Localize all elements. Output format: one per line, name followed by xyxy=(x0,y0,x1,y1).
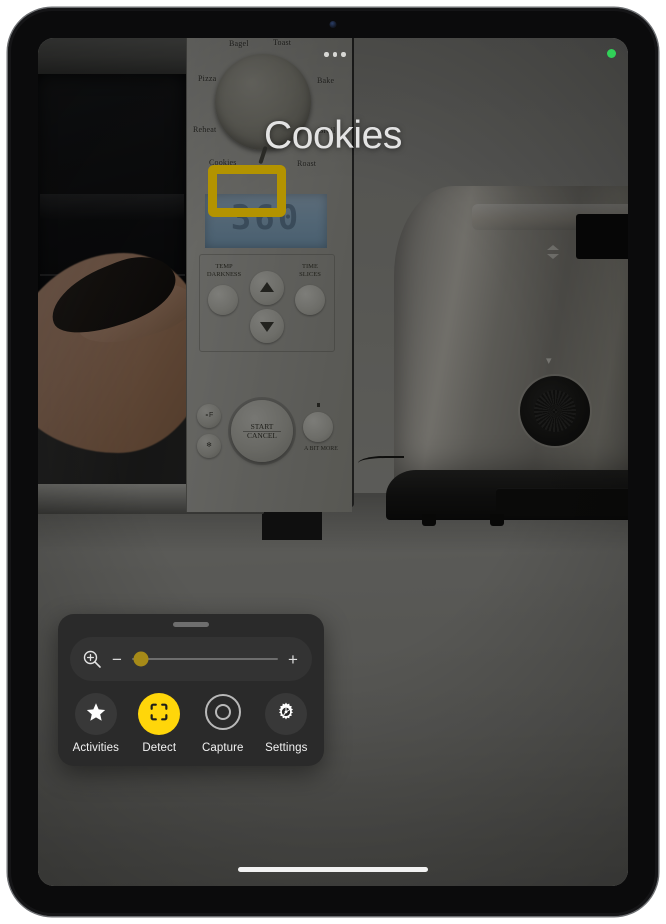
magnifier-camera-viewport[interactable]: Toast Bagel Cookies Pizza Bake Reheat Ro… xyxy=(38,38,628,886)
detect-button-label: Detect xyxy=(142,742,177,754)
capture-ring-icon xyxy=(203,692,243,737)
detected-text-title: Cookies xyxy=(263,114,403,157)
zoom-slider-row[interactable]: − + xyxy=(70,637,312,681)
zoom-decrease-button[interactable]: − xyxy=(110,651,124,668)
ipad-device-frame: Toast Bagel Cookies Pizza Bake Reheat Ro… xyxy=(8,8,658,916)
front-camera-dot xyxy=(329,21,337,28)
detect-button[interactable]: Detect xyxy=(128,693,192,754)
star-icon xyxy=(85,701,107,728)
settings-button-label: Settings xyxy=(265,742,308,754)
settings-button-circle[interactable] xyxy=(265,693,308,735)
magnifier-plus-icon xyxy=(82,649,102,669)
capture-button-circle[interactable] xyxy=(202,693,244,735)
detect-frame-icon xyxy=(148,701,170,728)
ellipsis-icon[interactable] xyxy=(324,52,346,57)
activities-button-circle[interactable] xyxy=(74,693,117,735)
magnifier-action-buttons: Activities Detect Capture Settings xyxy=(64,693,318,754)
zoom-slider-track[interactable] xyxy=(132,651,278,667)
detected-text-highlight-box xyxy=(208,165,286,217)
settings-button[interactable]: Settings xyxy=(255,693,319,754)
camera-active-green-dot xyxy=(607,49,616,58)
zoom-slider-thumb[interactable] xyxy=(133,651,149,667)
activities-button[interactable]: Activities xyxy=(64,693,128,754)
gear-icon xyxy=(275,701,297,728)
magnifier-control-panel: − + Activities Detect Capture Settings xyxy=(58,614,324,766)
capture-button[interactable]: Capture xyxy=(191,693,255,754)
activities-button-label: Activities xyxy=(72,742,119,754)
detect-button-circle[interactable] xyxy=(138,693,181,735)
home-indicator[interactable] xyxy=(238,867,428,872)
capture-button-label: Capture xyxy=(201,742,244,754)
zoom-increase-button[interactable]: + xyxy=(286,651,300,668)
panel-drag-handle[interactable] xyxy=(173,622,209,627)
